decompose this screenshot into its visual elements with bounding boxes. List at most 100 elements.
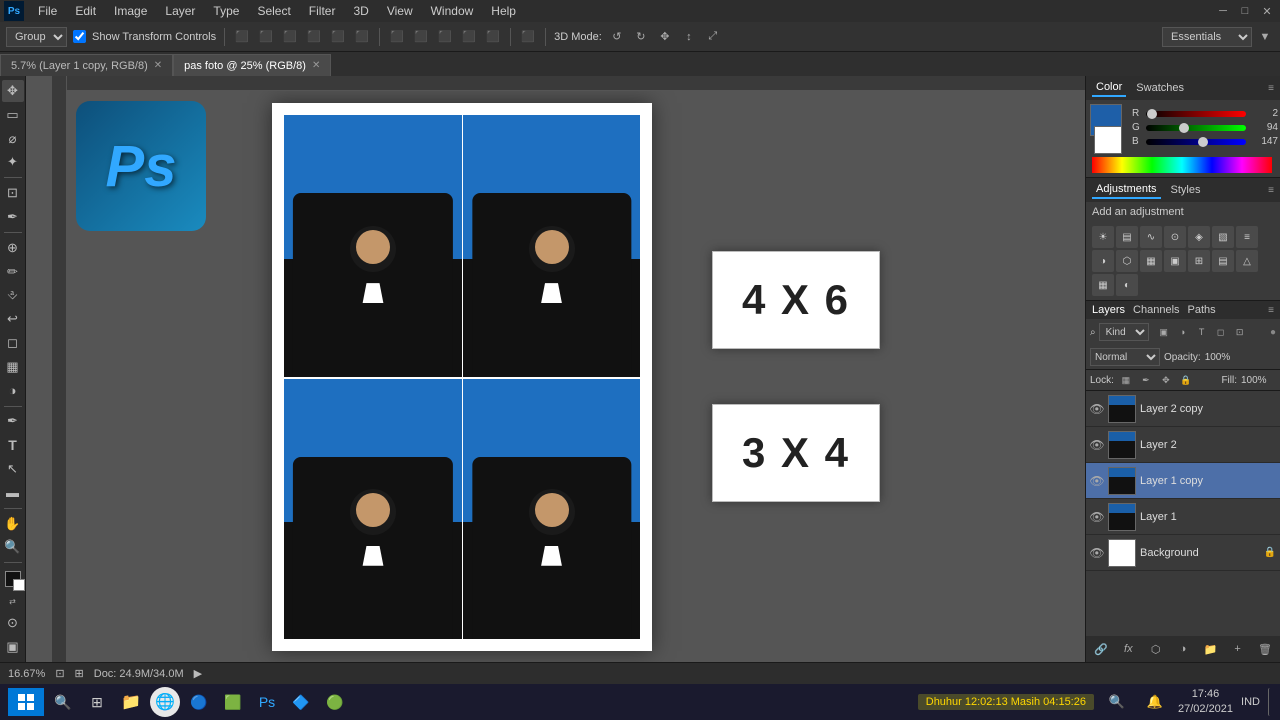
dist-h-icon[interactable]: ⬛ — [388, 28, 406, 46]
layer-visibility-layer1copy[interactable]: 👁 — [1090, 474, 1104, 488]
color-spectrum[interactable] — [1092, 157, 1272, 173]
filter-adjust-icon[interactable]: ◑ — [1175, 324, 1191, 340]
layer-adj-icon[interactable]: ◑ — [1174, 640, 1192, 658]
photo-filter-icon[interactable]: ⬡ — [1116, 250, 1138, 272]
align-top-icon[interactable]: ⬛ — [305, 28, 323, 46]
screen-mode-icon[interactable]: ▣ — [2, 636, 24, 658]
foreground-color[interactable] — [5, 571, 21, 587]
layer-delete-icon[interactable]: 🗑 — [1256, 640, 1274, 658]
pen-tool[interactable]: ✒ — [2, 411, 24, 433]
layers-panel-collapse[interactable]: ≡ — [1268, 305, 1274, 316]
dist-v-icon[interactable]: ⬛ — [412, 28, 430, 46]
show-transform-checkbox[interactable] — [73, 30, 86, 43]
menu-3d[interactable]: 3D — [345, 2, 376, 20]
menu-layer[interactable]: Layer — [157, 2, 203, 20]
b-slider[interactable] — [1146, 139, 1246, 145]
shape-tool[interactable]: ▬ — [2, 482, 24, 504]
swatches-tab[interactable]: Swatches — [1132, 80, 1188, 96]
layers-tab[interactable]: Layers — [1092, 304, 1125, 316]
hsl-icon[interactable]: ▧ — [1212, 226, 1234, 248]
3d-scale-icon[interactable]: ⤢ — [704, 28, 722, 46]
zoom-tool[interactable]: 🔍 — [2, 537, 24, 559]
layer-visibility-layer2copy[interactable]: 👁 — [1090, 402, 1104, 416]
move-tool[interactable]: ✥ — [2, 80, 24, 102]
align-center-h-icon[interactable]: ⬛ — [257, 28, 275, 46]
taskbar-icon3[interactable]: 🔵 — [184, 687, 214, 717]
filter-smart-icon[interactable]: ⊡ — [1232, 324, 1248, 340]
dist-right-icon[interactable]: ⬛ — [484, 28, 502, 46]
brightness-contrast-icon[interactable]: ☀ — [1092, 226, 1114, 248]
clone-tool[interactable]: ⎀ — [2, 284, 24, 306]
vibrance-icon[interactable]: ◈ — [1188, 226, 1210, 248]
eraser-tool[interactable]: ◻ — [2, 332, 24, 354]
exposure-icon[interactable]: ⊙ — [1164, 226, 1186, 248]
lock-artboard-icon[interactable]: ✥ — [1158, 372, 1174, 388]
menu-select[interactable]: Select — [249, 2, 298, 20]
background-color[interactable] — [13, 579, 25, 591]
menu-edit[interactable]: Edit — [67, 2, 104, 20]
layer-fx-icon[interactable]: fx — [1119, 640, 1137, 658]
type-tool[interactable]: T — [2, 434, 24, 456]
show-desktop-button[interactable] — [1268, 688, 1272, 716]
3d-roll-icon[interactable]: ↻ — [632, 28, 650, 46]
taskview-button[interactable]: ⊞ — [82, 687, 112, 717]
dist-left-icon[interactable]: ⬛ — [436, 28, 454, 46]
layer-new-icon[interactable]: + — [1229, 640, 1247, 658]
quick-mask-icon[interactable]: ⊙ — [2, 612, 24, 634]
workspace-select[interactable]: Essentials — [1162, 27, 1252, 47]
align-left-icon[interactable]: ⬛ — [233, 28, 251, 46]
filter-type-icon[interactable]: T — [1194, 324, 1210, 340]
layer-item-layer1copy[interactable]: 👁 Layer 1 copy — [1086, 463, 1280, 499]
layer-item-layer2[interactable]: 👁 Layer 2 — [1086, 427, 1280, 463]
close-button[interactable]: ✕ — [1258, 2, 1276, 20]
channels-tab[interactable]: Channels — [1133, 304, 1179, 316]
tab-close-1[interactable]: ✕ — [154, 60, 162, 71]
brush-tool[interactable]: ✏ — [2, 261, 24, 283]
workspace-expand-icon[interactable]: ▼ — [1256, 28, 1274, 46]
3d-drag-icon[interactable]: ✥ — [656, 28, 674, 46]
magic-wand-tool[interactable]: ✦ — [2, 151, 24, 173]
lock-position-icon[interactable]: ✒ — [1138, 372, 1154, 388]
gradient-map-icon[interactable]: ▦ — [1092, 274, 1114, 296]
menu-help[interactable]: Help — [483, 2, 524, 20]
3d-rotate-icon[interactable]: ↺ — [608, 28, 626, 46]
tab-layer1copy[interactable]: 5.7% (Layer 1 copy, RGB/8) ✕ — [0, 54, 173, 76]
taskbar-icon7[interactable]: 🟢 — [320, 687, 350, 717]
layer-folder-icon[interactable]: 📁 — [1201, 640, 1219, 658]
align-middle-icon[interactable]: ⬛ — [329, 28, 347, 46]
filter-pixel-icon[interactable]: ▣ — [1156, 324, 1172, 340]
posterize-icon[interactable]: ▤ — [1212, 250, 1234, 272]
menu-view[interactable]: View — [379, 2, 421, 20]
threshold-icon[interactable]: △ — [1236, 250, 1258, 272]
chrome-button[interactable]: 🌐 — [150, 687, 180, 717]
align-bottom-icon[interactable]: ⬛ — [353, 28, 371, 46]
layer-link-icon[interactable]: 🔗 — [1092, 640, 1110, 658]
3d-slide-icon[interactable]: ↕ — [680, 28, 698, 46]
layer-visibility-layer1[interactable]: 👁 — [1090, 510, 1104, 524]
taskbar-icon4[interactable]: 🟩 — [218, 687, 248, 717]
filter-type-select[interactable]: Kind — [1099, 323, 1149, 341]
color-panel-collapse[interactable]: ≡ — [1268, 83, 1274, 94]
crop-tool[interactable]: ⊡ — [2, 182, 24, 204]
color-tab[interactable]: Color — [1092, 79, 1126, 97]
styles-tab[interactable]: Styles — [1167, 182, 1205, 198]
menu-type[interactable]: Type — [205, 2, 247, 20]
lock-all-icon[interactable]: 🔒 — [1178, 372, 1194, 388]
history-tool[interactable]: ↩ — [2, 308, 24, 330]
align-right-icon[interactable]: ⬛ — [281, 28, 299, 46]
channel-mixer-icon[interactable]: ▦ — [1140, 250, 1162, 272]
minimize-button[interactable]: ─ — [1214, 2, 1232, 20]
layer-visibility-layer2[interactable]: 👁 — [1090, 438, 1104, 452]
adjustments-tab[interactable]: Adjustments — [1092, 181, 1161, 199]
search-button[interactable]: 🔍 — [48, 687, 78, 717]
curves-icon[interactable]: ∿ — [1140, 226, 1162, 248]
g-slider[interactable] — [1146, 125, 1246, 131]
eyedropper-tool[interactable]: ✒ — [2, 206, 24, 228]
taskbar-icon6[interactable]: 🔷 — [286, 687, 316, 717]
dist-center-icon[interactable]: ⬛ — [460, 28, 478, 46]
layer-visibility-background[interactable]: 👁 — [1090, 546, 1104, 560]
lasso-tool[interactable]: ⌀ — [2, 128, 24, 150]
tab-close-2[interactable]: ✕ — [312, 60, 320, 71]
levels-icon[interactable]: ▤ — [1116, 226, 1138, 248]
swap-colors-icon[interactable]: ⇄ — [9, 597, 16, 606]
